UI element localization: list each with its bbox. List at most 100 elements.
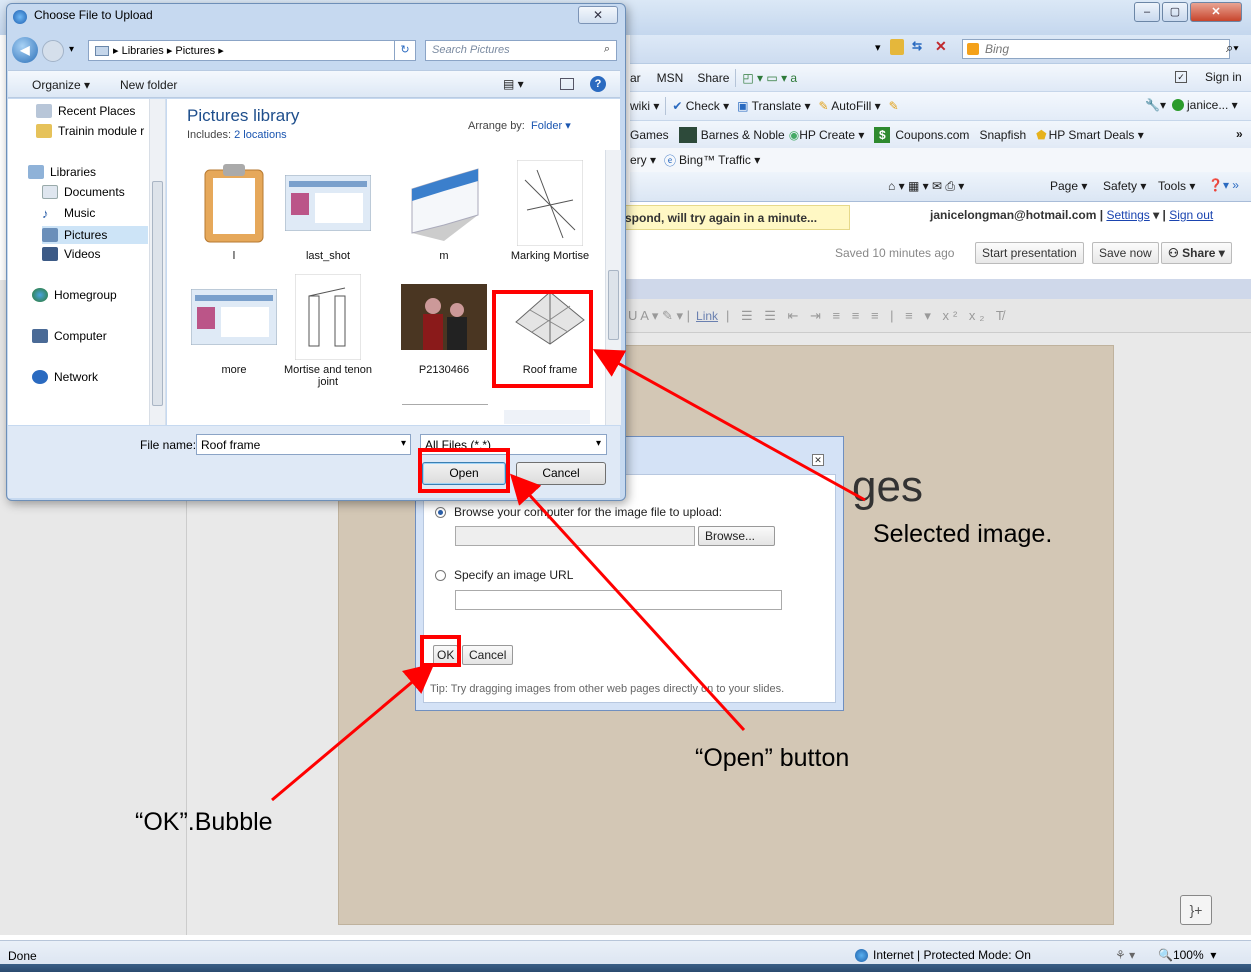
forward-arrow-icon[interactable] [42, 40, 64, 62]
link-button[interactable]: Link [696, 309, 718, 323]
minimize-button[interactable]: – [1134, 2, 1160, 22]
autofill-menu[interactable]: ✎ AutoFill ▾ [819, 99, 881, 113]
insert-cancel-button[interactable]: Cancel [462, 645, 514, 665]
search-icon[interactable]: ⌕▾ [1226, 40, 1239, 56]
fav-barnes-noble[interactable]: Barnes & Noble [701, 128, 785, 142]
file-thumb-mortise-tenon[interactable]: Mortise and tenon joint [282, 274, 374, 388]
ie-logo-icon [13, 10, 27, 24]
file-list-scrollbar[interactable] [605, 150, 621, 425]
browse-button[interactable]: Browse... [698, 526, 775, 546]
file-thumb-p2130466[interactable]: P2130466 [398, 274, 490, 376]
sign-in-link[interactable]: ✓ Sign in [1175, 70, 1242, 84]
more-favorites-icon[interactable]: » [1236, 127, 1243, 141]
browse-option[interactable]: Browse your computer for the image file … [435, 505, 722, 519]
lock-icon[interactable] [890, 39, 904, 55]
search-input[interactable]: Search Pictures ⌕ [425, 40, 617, 61]
refresh-icon[interactable]: ⇆ [912, 39, 922, 53]
arrange-by[interactable]: Arrange by: Folder ▾ [468, 119, 571, 132]
nav-videos[interactable]: Videos [42, 247, 100, 261]
maximize-button[interactable]: ▢ [1162, 2, 1188, 22]
slide-title-text[interactable]: ges [852, 462, 923, 512]
breadcrumb[interactable]: ▸ Libraries ▸ Pictures ▸▾ [88, 40, 413, 61]
add-slide-icon[interactable]: }+ [1180, 895, 1212, 925]
dropdown-icon[interactable]: ▾ [875, 41, 881, 54]
text-format-icons[interactable]: U A ▾ ✎ ▾ | [628, 308, 690, 324]
preview-pane-icon[interactable] [560, 78, 574, 90]
fav-coupons[interactable]: Coupons.com [895, 128, 969, 142]
navigation-scrollbar[interactable] [149, 99, 165, 425]
file-name-input[interactable]: Roof frame ▾ [196, 434, 411, 455]
highlighter-icon[interactable]: ✎ [889, 99, 899, 113]
zoom-control[interactable]: 🔍 100% ▾ [1158, 948, 1216, 962]
fav-hp-create[interactable]: HP Create ▾ [799, 128, 864, 142]
account-email: janicelongman@hotmail.com [930, 208, 1097, 222]
save-now-button[interactable]: Save now [1092, 242, 1159, 264]
rss-icon[interactable]: ◰ ▾ ▭ ▾ a [742, 71, 797, 85]
history-dropdown-icon[interactable]: ▾ [69, 44, 74, 55]
safety-menu[interactable]: Safety ▾ [1103, 179, 1146, 193]
globe-icon [855, 948, 868, 962]
nav-music[interactable]: ♪ Music [42, 206, 95, 221]
browse-radio[interactable] [435, 506, 446, 518]
home-icon[interactable]: ⌂ ▾ ▦ ▾ ✉ ⎙ ▾ [888, 179, 964, 194]
bing-traffic-menu[interactable]: Bing™ Traffic ▾ [679, 153, 760, 167]
locations-link[interactable]: 2 locations [234, 129, 287, 141]
translate-menu[interactable]: ▣ Translate ▾ [737, 99, 810, 113]
nav-network[interactable]: Network [32, 370, 98, 384]
share-button[interactable]: ⚇ Share ▾ [1161, 242, 1232, 264]
url-option[interactable]: Specify an image URL [435, 568, 573, 582]
new-folder-button[interactable]: New folder [120, 78, 177, 92]
start-presentation-button[interactable]: Start presentation [975, 242, 1084, 264]
tools-menu[interactable]: Tools ▾ [1158, 179, 1195, 193]
back-arrow-icon[interactable]: ◀ [12, 37, 38, 63]
stop-icon[interactable]: ✕ [935, 38, 947, 55]
file-dialog-toolbar: Organize ▾ New folder ▤ ▾ ? [8, 70, 620, 98]
nav-training-folder[interactable]: Trainin module r [36, 124, 144, 138]
file-thumb-last-shot[interactable]: last_shot [282, 160, 374, 262]
refresh-icon[interactable]: ↻ [394, 40, 416, 61]
help-icon[interactable]: ? [590, 76, 606, 92]
fav-snapfish[interactable]: Snapfish [979, 128, 1026, 142]
security-zone[interactable]: Internet | Protected Mode: On [855, 948, 1031, 962]
share-link[interactable]: Share [697, 71, 729, 85]
protected-mode-icon[interactable]: ⚘ ▾ [1115, 948, 1135, 962]
file-thumb-marking-mortise[interactable]: Marking Mortise [504, 160, 596, 262]
file-thumb-m[interactable]: m [398, 160, 490, 262]
page-menu[interactable]: Page ▾ [1050, 179, 1087, 193]
file-thumb-more[interactable]: more [188, 274, 280, 376]
check-icon: ✔ [672, 99, 683, 113]
organize-button[interactable]: Organize ▾ [32, 78, 90, 92]
help-icon[interactable]: ❓▾ » [1208, 178, 1239, 192]
nav-computer[interactable]: Computer [32, 329, 107, 343]
image-url-input[interactable] [455, 590, 782, 610]
settings-link[interactable]: Settings [1106, 208, 1149, 222]
nav-pictures[interactable]: Pictures [42, 226, 148, 244]
file-thumb-l[interactable]: l [188, 160, 280, 262]
nav-libraries[interactable]: Libraries [28, 165, 96, 179]
paragraph-format-icons[interactable]: | ☰ ☰ ⇤ ⇥ ≡ ≡ ≡ | ≡ ▾ x² x₂ T̸ [726, 308, 1008, 324]
cmd-item[interactable]: ar [630, 71, 641, 85]
bing-search-box[interactable]: Bing [962, 39, 1230, 59]
homegroup-icon [32, 288, 48, 302]
command-row-1: ar MSN Share ◰ ▾ ▭ ▾ a ✓ Sign in [630, 63, 1251, 91]
sign-out-link[interactable]: Sign out [1169, 208, 1213, 222]
wiki-menu[interactable]: wiki ▾ [630, 99, 659, 113]
fav-hp-smart-deals[interactable]: HP Smart Deals ▾ [1049, 128, 1144, 142]
nav-recent-places[interactable]: Recent Places [36, 104, 135, 118]
check-menu[interactable]: ✔ Check ▾ [672, 99, 729, 113]
close-icon[interactable]: ✕ [812, 454, 824, 466]
nav-documents[interactable]: Documents [42, 185, 125, 199]
close-icon[interactable]: ✕ [578, 6, 618, 24]
documents-icon [42, 185, 58, 199]
url-radio[interactable] [435, 569, 446, 581]
file-path-field[interactable] [455, 526, 695, 546]
nav-homegroup[interactable]: Homegroup [32, 288, 117, 302]
gallery-menu[interactable]: ery ▾ [630, 153, 656, 167]
user-menu[interactable]: 🔧 ▾ janice... ▾ [1145, 98, 1238, 112]
cancel-button[interactable]: Cancel [516, 462, 606, 485]
msn-link[interactable]: MSN [657, 71, 684, 85]
fav-games[interactable]: Games [630, 128, 669, 142]
close-window-button[interactable]: ✕ [1190, 2, 1242, 22]
tab-row: ery ▾ ⓔ Bing™ Traffic ▾ [630, 148, 1251, 172]
view-options-icon[interactable]: ▤ ▾ [503, 77, 524, 91]
